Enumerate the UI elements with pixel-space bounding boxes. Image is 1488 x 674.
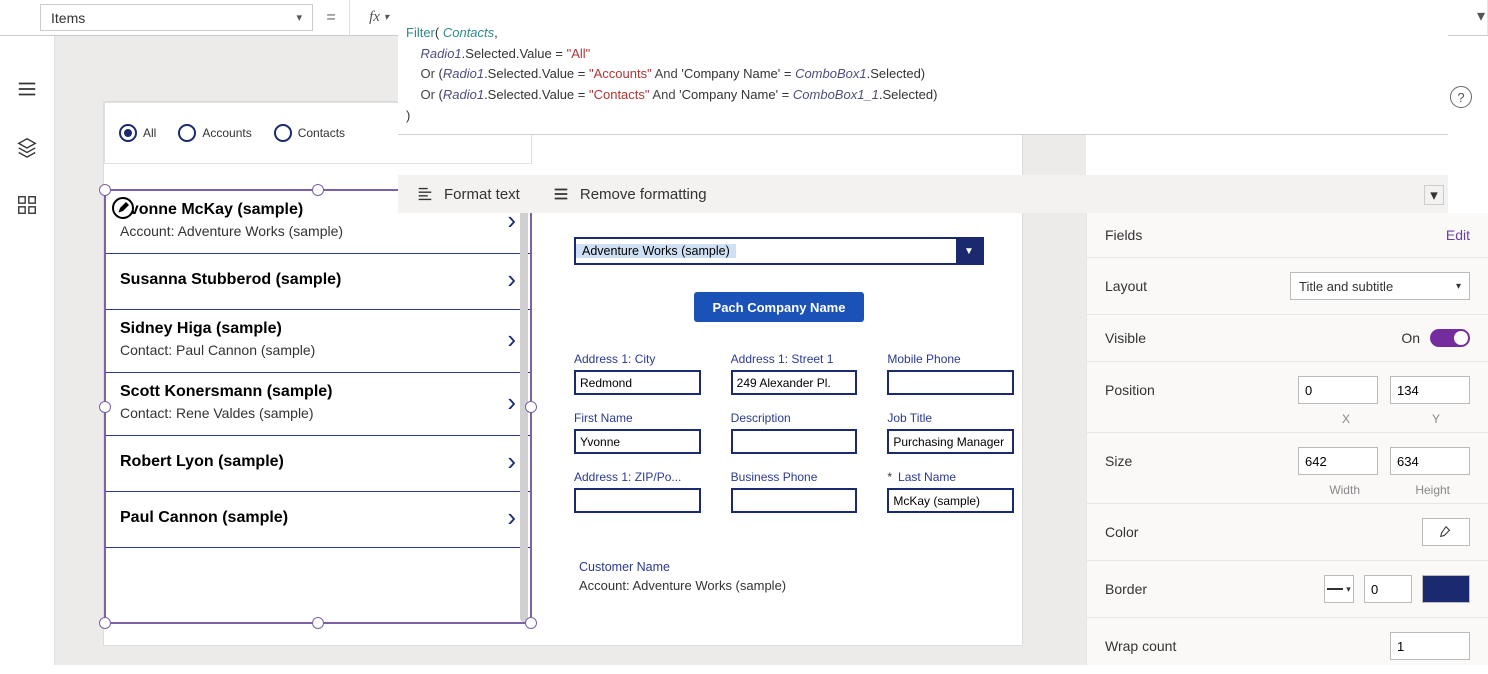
size-row: Size Width Height	[1087, 433, 1488, 504]
layers-icon[interactable]	[16, 136, 38, 158]
wrapcount-row: Wrap count	[1087, 618, 1488, 674]
radio-accounts[interactable]: Accounts	[178, 124, 251, 142]
chevron-down-icon: ▾	[296, 11, 302, 24]
city-input[interactable]	[574, 370, 701, 395]
hamburger-icon[interactable]	[16, 78, 38, 100]
apps-icon[interactable]	[16, 194, 38, 216]
left-nav	[0, 36, 55, 665]
pencil-icon[interactable]	[112, 197, 134, 219]
selection-handle[interactable]	[99, 617, 111, 629]
border-width-input[interactable]	[1364, 575, 1412, 603]
selection-handle[interactable]	[312, 184, 324, 196]
property-dropdown-label: Items	[51, 10, 85, 26]
remove-formatting-icon	[552, 185, 570, 203]
layout-row: Layout Title and subtitle▾	[1087, 258, 1488, 315]
gallery-item[interactable]: Robert Lyon (sample)›	[106, 436, 530, 492]
gallery-item[interactable]: Susanna Stubberod (sample)›	[106, 254, 530, 310]
chevron-down-icon[interactable]: ▾	[1424, 185, 1444, 205]
customer-name-card: Customer Name Account: Adventure Works (…	[579, 560, 786, 593]
equals-label: =	[313, 0, 349, 35]
edit-fields-link[interactable]: Edit	[1446, 227, 1470, 243]
radio-all[interactable]: All	[119, 124, 156, 142]
firstname-input[interactable]	[574, 429, 701, 454]
visible-toggle[interactable]	[1430, 329, 1470, 347]
gallery[interactable]: Yvonne McKay (sample)Account: Adventure …	[104, 189, 532, 624]
description-input[interactable]	[731, 429, 858, 454]
company-combobox[interactable]: Adventure Works (sample) ▼	[574, 237, 984, 265]
combobox-value: Adventure Works (sample)	[576, 244, 736, 258]
formula-toolbar: Format text Remove formatting ▾	[398, 175, 1448, 213]
selection-handle[interactable]	[525, 401, 537, 413]
street-input[interactable]	[731, 370, 858, 395]
zip-input[interactable]	[574, 488, 701, 513]
chevron-right-icon: ›	[507, 502, 516, 533]
edit-form: Address 1: City Address 1: Street 1 Mobi…	[574, 352, 1014, 529]
position-x-input[interactable]	[1298, 376, 1378, 404]
size-height-input[interactable]	[1390, 447, 1470, 475]
radio-icon	[274, 124, 292, 142]
color-picker[interactable]	[1422, 518, 1470, 546]
chevron-right-icon: ›	[507, 446, 516, 477]
mobile-input[interactable]	[887, 370, 1014, 395]
format-text-button[interactable]: Format text	[416, 185, 520, 203]
layout-dropdown[interactable]: Title and subtitle▾	[1290, 272, 1470, 300]
position-y-input[interactable]	[1390, 376, 1470, 404]
visible-row: Visible On	[1087, 315, 1488, 362]
lastname-input[interactable]	[887, 488, 1014, 513]
radio-contacts[interactable]: Contacts	[274, 124, 345, 142]
chevron-down-icon: ▾	[1456, 281, 1461, 292]
border-style-dropdown[interactable]: ▾	[1324, 575, 1354, 603]
selection-handle[interactable]	[312, 617, 324, 629]
radio-icon	[119, 124, 137, 142]
chevron-right-icon: ›	[507, 264, 516, 295]
size-width-input[interactable]	[1298, 447, 1378, 475]
chevron-down-icon: ▾	[384, 12, 389, 23]
chevron-right-icon: ›	[507, 324, 516, 355]
format-text-icon	[416, 185, 434, 203]
chevron-right-icon: ›	[507, 387, 516, 418]
border-row: Border ▾	[1087, 561, 1488, 618]
color-row: Color	[1087, 504, 1488, 561]
selection-handle[interactable]	[99, 401, 111, 413]
property-dropdown[interactable]: Items ▾	[40, 4, 313, 31]
border-color-picker[interactable]	[1422, 575, 1470, 603]
selection-handle[interactable]	[525, 617, 537, 629]
businessphone-input[interactable]	[731, 488, 858, 513]
wrapcount-input[interactable]	[1390, 632, 1470, 660]
properties-panel: Fields Edit Layout Title and subtitle▾ V…	[1086, 213, 1488, 665]
chevron-down-icon: ▼	[956, 239, 982, 263]
remove-formatting-button[interactable]: Remove formatting	[552, 185, 707, 203]
fx-label: fx	[369, 9, 380, 26]
fields-row: Fields Edit	[1087, 213, 1488, 258]
position-row: Position X Y	[1087, 362, 1488, 433]
gallery-item[interactable]: Scott Konersmann (sample)Contact: Rene V…	[106, 373, 530, 436]
radio-icon	[178, 124, 196, 142]
patch-button[interactable]: Pach Company Name	[694, 292, 864, 322]
gallery-item[interactable]: Sidney Higa (sample)Contact: Paul Cannon…	[106, 310, 530, 373]
chevron-down-icon[interactable]: ▾	[1477, 6, 1485, 26]
jobtitle-input[interactable]	[887, 429, 1014, 454]
selection-handle[interactable]	[99, 184, 111, 196]
gallery-item[interactable]: Paul Cannon (sample)›	[106, 492, 530, 548]
help-icon[interactable]: ?	[1450, 86, 1472, 108]
formula-editor[interactable]: Filter( Contacts, Radio1.Selected.Value …	[398, 0, 1448, 135]
